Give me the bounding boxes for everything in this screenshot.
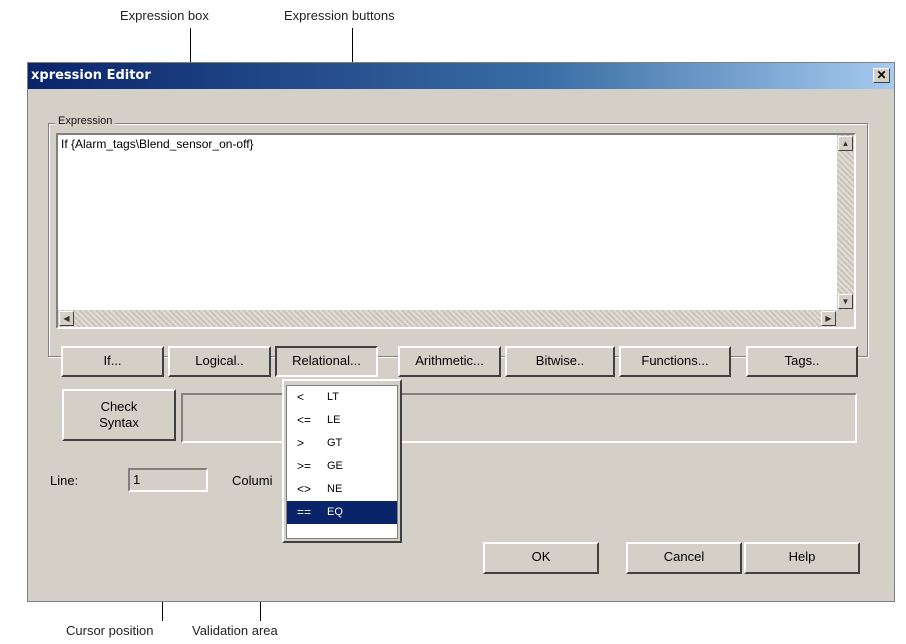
- expression-group-label: Expression: [55, 115, 116, 127]
- ok-button[interactable]: OK: [483, 542, 599, 574]
- callout-expression-box: Expression box: [120, 8, 209, 23]
- functions-button[interactable]: Functions...: [619, 346, 731, 377]
- title-bar[interactable]: xpression Editor ✕: [28, 63, 894, 89]
- expression-box[interactable]: If {Alarm_tags\Blend_sensor_on-off} ▲ ▼ …: [56, 133, 856, 329]
- callout-validation-area: Validation area: [192, 623, 278, 638]
- bitwise-button[interactable]: Bitwise..: [505, 346, 615, 377]
- tags-button[interactable]: Tags..: [746, 346, 858, 377]
- line-label: Line:: [50, 473, 79, 488]
- help-button[interactable]: Help: [744, 542, 860, 574]
- relational-menu: < LT <= LE > GT >= GE <> NE == EQ: [282, 379, 402, 543]
- menu-item-eq[interactable]: == EQ: [287, 501, 397, 524]
- menu-item-ge[interactable]: >= GE: [287, 455, 397, 478]
- relational-menu-list: < LT <= LE > GT >= GE <> NE == EQ: [286, 385, 398, 539]
- cancel-button[interactable]: Cancel: [626, 542, 742, 574]
- callout-cursor-position: Cursor position: [66, 623, 154, 638]
- scroll-up-icon[interactable]: ▲: [838, 136, 853, 151]
- vertical-scrollbar[interactable]: ▲ ▼: [837, 135, 854, 310]
- menu-item-gt[interactable]: > GT: [287, 432, 397, 455]
- scroll-right-icon[interactable]: ▶: [821, 311, 836, 326]
- horizontal-scrollbar[interactable]: ◀ ▶: [58, 310, 837, 327]
- scrollbar-corner: [837, 310, 854, 327]
- close-icon: ✕: [876, 68, 887, 82]
- menu-item-ne[interactable]: <> NE: [287, 478, 397, 501]
- menu-item-lt[interactable]: < LT: [287, 386, 397, 409]
- expression-editor-window: xpression Editor ✕ Expression If {Alarm_…: [27, 62, 895, 602]
- logical-button[interactable]: Logical..: [168, 346, 271, 377]
- relational-button[interactable]: Relational...: [275, 346, 378, 377]
- arithmetic-button[interactable]: Arithmetic...: [398, 346, 501, 377]
- callout-expression-buttons: Expression buttons: [284, 8, 395, 23]
- if-button[interactable]: If...: [61, 346, 164, 377]
- menu-item-le[interactable]: <= LE: [287, 409, 397, 432]
- check-syntax-label-2: Syntax: [99, 415, 139, 430]
- line-field: 1: [128, 468, 208, 492]
- check-syntax-button[interactable]: Check Syntax: [62, 389, 176, 441]
- expression-text: If {Alarm_tags\Blend_sensor_on-off}: [61, 137, 254, 151]
- window-title: xpression Editor: [31, 68, 151, 83]
- scroll-left-icon[interactable]: ◀: [59, 311, 74, 326]
- column-label: Columi: [232, 473, 273, 488]
- check-syntax-label-1: Check: [100, 399, 138, 414]
- scroll-down-icon[interactable]: ▼: [838, 294, 853, 309]
- close-button[interactable]: ✕: [873, 68, 890, 83]
